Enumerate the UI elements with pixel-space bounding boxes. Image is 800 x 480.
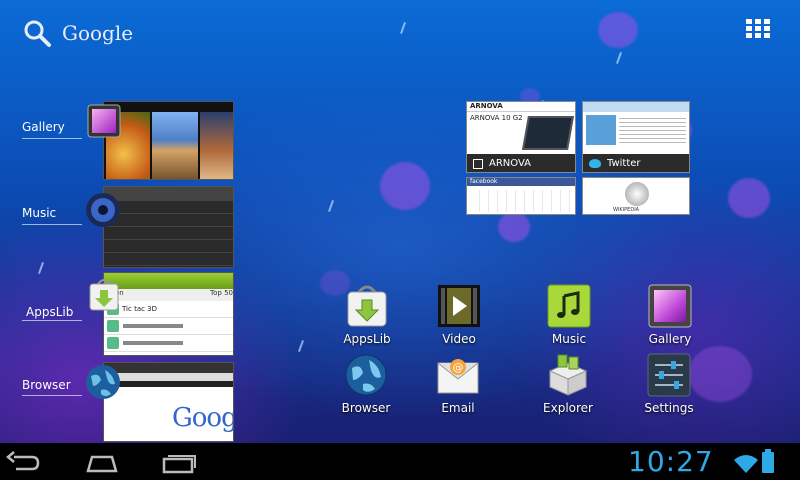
wifi-icon xyxy=(734,455,758,473)
app-browser[interactable]: Browser xyxy=(326,353,406,415)
facebook-widget[interactable]: facebook xyxy=(466,177,576,215)
appslib-list-item: Tic tac 3D xyxy=(122,305,158,313)
search-icon xyxy=(24,20,51,47)
rain-streak xyxy=(298,340,304,352)
gallery-icon xyxy=(87,104,121,138)
recent-apps-button[interactable] xyxy=(160,449,200,475)
app-music[interactable]: Music xyxy=(529,284,609,346)
tablet-image xyxy=(522,116,574,150)
status-clock[interactable]: 10:27 xyxy=(628,445,714,478)
google-search-bar[interactable]: Google xyxy=(22,18,133,48)
back-button[interactable] xyxy=(4,449,44,475)
app-settings[interactable]: Settings xyxy=(629,353,709,415)
app-label: AppsLib xyxy=(343,332,391,346)
widget-label: ARNOVA xyxy=(489,158,532,169)
gallery-icon xyxy=(648,284,692,328)
app-label: Explorer xyxy=(543,401,593,415)
arnova-header: ARNOVA xyxy=(467,102,575,112)
appslib-list-title: Top 50 xyxy=(210,289,233,297)
rain-streak xyxy=(38,262,44,274)
bokeh-light xyxy=(728,178,770,218)
battery-icon xyxy=(762,449,774,473)
rain-streak xyxy=(328,200,334,212)
app-label: Settings xyxy=(644,401,694,415)
recent-app-thumbnail[interactable]: Google xyxy=(103,362,234,442)
divider xyxy=(22,395,82,396)
bokeh-light xyxy=(380,162,430,210)
app-label: Video xyxy=(442,332,476,346)
recent-apps-icon xyxy=(162,455,196,474)
recent-app-thumbnail[interactable] xyxy=(103,101,234,180)
wikipedia-logo: WIKIPEDIA xyxy=(613,207,640,213)
arnova-icon xyxy=(473,158,483,169)
app-email[interactable]: @ Email xyxy=(418,353,498,415)
photo-city xyxy=(152,112,198,179)
rain-streak xyxy=(616,52,622,64)
email-icon: @ xyxy=(436,353,480,397)
settings-icon xyxy=(647,353,691,397)
recent-app-thumbnail[interactable]: ationTop 50 Tic tac 3D xyxy=(103,272,234,356)
home-icon xyxy=(86,455,118,473)
browser-icon xyxy=(85,364,120,399)
search-label: Google xyxy=(62,21,134,45)
recent-app-label: AppsLib xyxy=(26,305,74,319)
arnova-website-widget[interactable]: ARNOVA ARNOVA 10 G2 ARNOVA xyxy=(466,101,576,173)
wikipedia-widget[interactable]: WIKIPEDIA xyxy=(582,177,690,215)
back-arrow-icon xyxy=(6,451,40,471)
music-icon xyxy=(85,192,120,227)
svg-text:@: @ xyxy=(453,361,464,374)
app-label: Gallery xyxy=(648,332,692,346)
divider xyxy=(22,320,82,321)
browser-icon xyxy=(344,353,388,397)
divider xyxy=(22,138,82,139)
bokeh-light xyxy=(498,212,530,242)
explorer-icon xyxy=(546,353,590,397)
photo-people xyxy=(200,112,233,179)
appslib-icon xyxy=(88,278,122,312)
app-label: Email xyxy=(441,401,475,415)
app-appslib[interactable]: AppsLib xyxy=(327,284,407,346)
app-label: Music xyxy=(551,332,587,346)
app-gallery[interactable]: Gallery xyxy=(630,284,710,346)
recent-app-thumbnail[interactable] xyxy=(103,186,234,268)
music-icon xyxy=(547,284,591,328)
facebook-header: facebook xyxy=(467,178,575,186)
app-explorer[interactable]: Explorer xyxy=(528,353,608,415)
google-logo: Google xyxy=(172,403,233,433)
appslib-icon xyxy=(345,284,389,328)
widget-label: Twitter xyxy=(607,158,641,169)
twitter-bird-icon xyxy=(589,159,601,168)
recent-app-label: Music xyxy=(22,206,57,220)
home-button[interactable] xyxy=(82,449,122,475)
system-navigation-bar: 10:27 xyxy=(0,443,800,480)
video-icon xyxy=(437,284,481,328)
twitter-widget[interactable]: Twitter xyxy=(582,101,690,173)
bokeh-light xyxy=(598,12,638,48)
recent-app-label: Gallery xyxy=(22,120,65,134)
all-apps-grid-icon[interactable] xyxy=(746,19,770,38)
divider xyxy=(22,224,82,225)
app-video[interactable]: Video xyxy=(419,284,499,346)
rain-streak xyxy=(400,22,406,34)
recent-app-label: Browser xyxy=(22,378,71,392)
app-label: Browser xyxy=(341,401,391,415)
